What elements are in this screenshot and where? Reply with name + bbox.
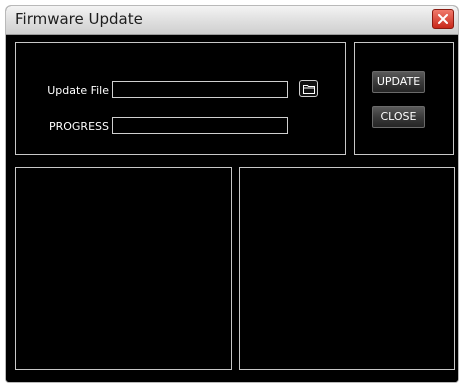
update-button[interactable]: UPDATE: [372, 71, 425, 93]
file-panel: Update File PROGRESS: [15, 42, 346, 155]
actions-panel: UPDATE CLOSE: [354, 42, 454, 155]
progress-field: [112, 117, 288, 134]
browse-button[interactable]: [299, 80, 318, 97]
window-title: Firmware Update: [15, 10, 143, 28]
dialog-body: Update File PROGRESS UPDATE CLOSE: [6, 35, 458, 382]
update-file-label: Update File: [47, 84, 109, 97]
firmware-update-window: Firmware Update Update File PROGRESS UPD…: [6, 6, 458, 382]
close-button[interactable]: CLOSE: [372, 106, 425, 128]
right-output-panel: [239, 167, 455, 370]
progress-label: PROGRESS: [48, 120, 109, 133]
left-output-panel: [15, 167, 232, 370]
folder-open-icon: [303, 85, 315, 94]
title-bar[interactable]: Firmware Update: [6, 6, 458, 35]
close-x-icon: [438, 14, 448, 24]
window-close-button[interactable]: [432, 9, 454, 29]
update-file-input[interactable]: [112, 81, 288, 98]
